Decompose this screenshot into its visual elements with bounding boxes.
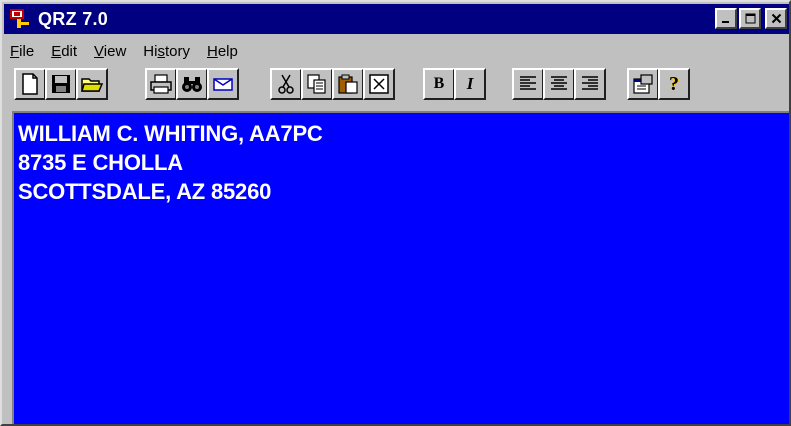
address-street-line: 8735 E CHOLLA [18,150,183,175]
paste-icon [338,74,358,94]
envelope-icon [213,78,233,91]
scissors-cut-icon [278,74,294,94]
properties-button[interactable] [627,68,659,100]
menu-edit[interactable]: Edit [51,43,77,60]
bold-button[interactable]: B [423,68,455,100]
new-button[interactable] [14,68,46,100]
open-folder-icon [81,78,104,92]
binoculars-find-icon [182,77,202,92]
minimize-button[interactable] [715,8,737,29]
align-center-icon [551,76,567,90]
bold-icon: B [433,75,445,92]
close-icon [771,13,781,24]
new-document-icon [22,73,38,95]
menu-history[interactable]: History [143,43,190,60]
address-block: WILLIAM C. WHITING, AA7PC 8735 E CHOLLA … [14,113,789,206]
menu-bar: File Edit View History Help [4,40,789,62]
save-disk-icon [52,75,70,93]
copy-button[interactable] [301,68,333,100]
maximize-button[interactable] [739,8,761,29]
maximize-icon [745,13,755,24]
align-right-button[interactable] [574,68,606,100]
address-name-line: WILLIAM C. WHITING, AA7PC [18,121,323,146]
minimize-icon [722,20,729,23]
help-button[interactable]: ? [658,68,690,100]
copy-icon [307,74,326,94]
align-left-button[interactable] [512,68,544,100]
menu-help[interactable]: Help [207,43,238,60]
italic-icon: I [466,74,474,93]
open-button[interactable] [76,68,108,100]
delete-button[interactable] [363,68,395,100]
save-button[interactable] [45,68,77,100]
callsign-display[interactable]: WILLIAM C. WHITING, AA7PC 8735 E CHOLLA … [12,111,789,424]
print-icon [150,74,172,94]
menu-file[interactable]: File [10,43,34,60]
find-button[interactable] [176,68,208,100]
title-bar[interactable]: QRZ 7.0 [4,4,789,34]
italic-button[interactable]: I [454,68,486,100]
window-controls [715,8,787,29]
toolbar: B I ? [14,68,784,108]
align-right-icon [582,76,598,90]
qrz-app-icon[interactable] [8,7,32,31]
window-title: QRZ 7.0 [38,8,109,29]
paste-button[interactable] [332,68,364,100]
align-center-button[interactable] [543,68,575,100]
menu-view[interactable]: View [94,43,126,60]
print-button[interactable] [145,68,177,100]
help-question-icon: ? [669,72,679,95]
align-left-icon [520,76,536,90]
address-city-line: SCOTTSDALE, AZ 85260 [18,179,272,204]
cut-button[interactable] [270,68,302,100]
mail-button[interactable] [207,68,239,100]
app-window: QRZ 7.0 File Edit View History Help B I … [0,0,791,426]
delete-x-icon [369,74,389,94]
properties-icon [633,74,653,94]
close-button[interactable] [765,8,787,29]
